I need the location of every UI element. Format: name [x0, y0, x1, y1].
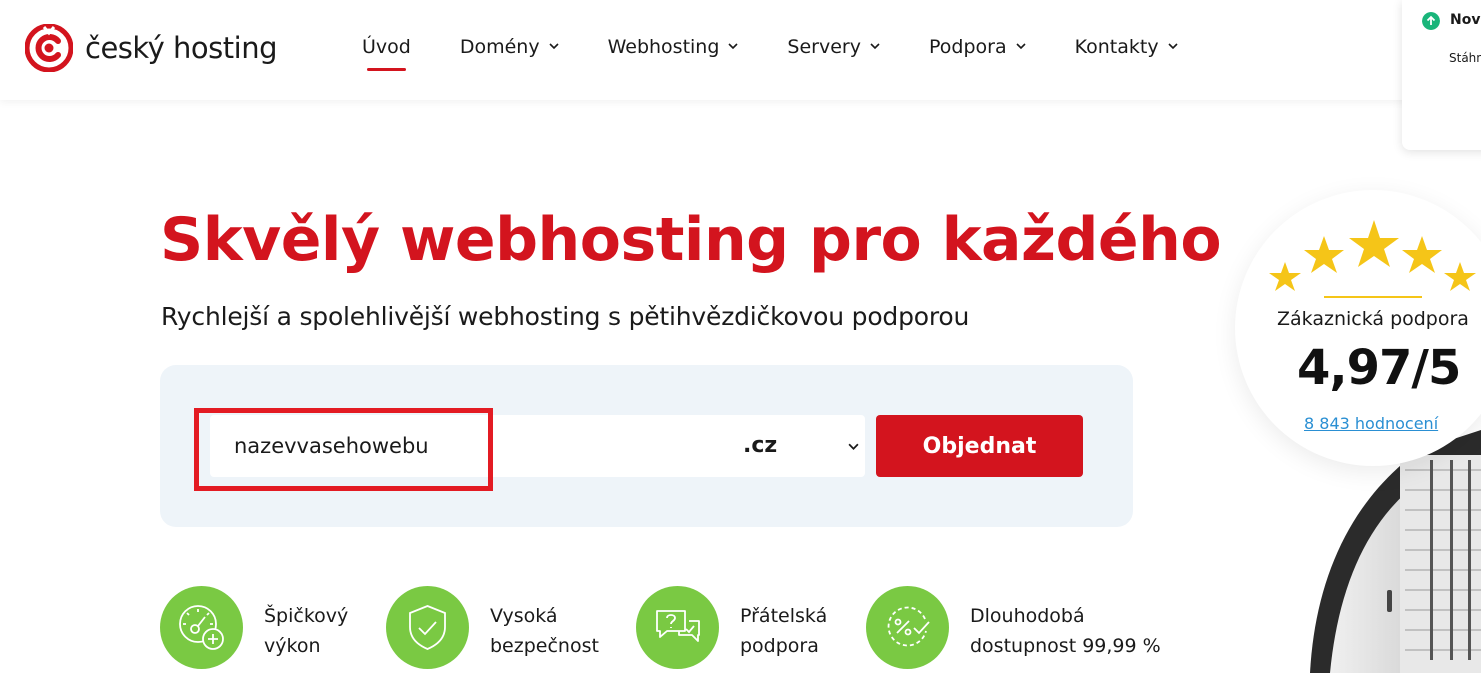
speedometer-plus-icon	[179, 605, 224, 650]
chevron-down-icon	[1168, 43, 1178, 50]
chat-bubbles-icon	[656, 610, 700, 642]
nav-item-servery[interactable]: Servery	[787, 36, 880, 58]
tld-select[interactable]: .cz	[700, 415, 865, 477]
feature-icon-circle	[636, 586, 719, 669]
nav-item-webhosting[interactable]: Webhosting	[608, 36, 739, 58]
feature-line-1: Špičkový	[264, 605, 349, 627]
notification-text[interactable]: Stáhn	[1449, 51, 1481, 65]
feature-line-1: Přátelská	[740, 605, 828, 627]
feature-support: Přátelská podpora	[636, 586, 827, 669]
site-logo[interactable]: český hosting	[25, 24, 277, 72]
feature-line-2: výkon	[264, 635, 321, 657]
nav-item-podpora[interactable]: Podpora	[929, 36, 1026, 58]
highlight-annotation	[194, 408, 493, 491]
feature-icon-circle	[386, 586, 469, 669]
nav-label: Kontakty	[1074, 36, 1159, 58]
percent-check-icon	[887, 606, 930, 647]
arrow-up-circle-icon	[1422, 12, 1440, 30]
nav-label: Webhosting	[607, 36, 720, 58]
feature-icon-circle	[866, 586, 949, 669]
main-nav: Úvod Domény Webhosting Servery Podpora K…	[362, 36, 1178, 71]
chevron-down-icon	[549, 43, 559, 50]
feature-icon-circle	[160, 586, 243, 669]
logo-text: český hosting	[85, 31, 277, 65]
chevron-down-icon	[870, 43, 880, 50]
chevron-down-icon	[848, 443, 859, 450]
feature-text: Špičkový výkon	[264, 601, 348, 669]
reviews-link[interactable]: 8 843 hodnocení	[1304, 414, 1438, 433]
rating-score: 4,97/5	[1297, 340, 1461, 396]
feature-text: Přátelská podpora	[740, 601, 827, 669]
hero-subtitle: Rychlejší a spolehlivější webhosting s p…	[161, 302, 970, 331]
hero-title: Skvělý webhosting pro každého	[160, 205, 1222, 275]
logo-icon	[25, 24, 73, 72]
nav-item-uvod[interactable]: Úvod	[362, 36, 411, 71]
feature-line-2: dostupnost 99,99 %	[970, 635, 1161, 657]
five-stars-icon	[1269, 220, 1476, 291]
nav-label: Servery	[787, 36, 861, 58]
feature-line-1: Vysoká	[490, 605, 558, 627]
feature-line-1: Dlouhodobá	[970, 605, 1085, 627]
feature-text: Dlouhodobá dostupnost 99,99 %	[970, 601, 1161, 669]
nav-label: Úvod	[362, 36, 411, 58]
nav-item-kontakty[interactable]: Kontakty	[1075, 36, 1178, 58]
feature-uptime: Dlouhodobá dostupnost 99,99 %	[866, 586, 1161, 669]
server-rack-illustration	[1310, 430, 1481, 673]
feature-security: Vysoká bezpečnost	[386, 586, 599, 669]
feature-line-2: bezpečnost	[490, 635, 599, 657]
server-rack-image	[1290, 430, 1481, 673]
nav-label: Domény	[459, 36, 540, 58]
notification-title: Nova	[1450, 12, 1481, 28]
feature-text: Vysoká bezpečnost	[490, 601, 599, 669]
feature-performance: Špičkový výkon	[160, 586, 348, 669]
tld-selected-value: .cz	[743, 433, 778, 458]
rating-divider	[1324, 296, 1422, 298]
nav-label: Podpora	[928, 36, 1007, 58]
feature-line-2: podpora	[740, 635, 819, 657]
site-header: český hosting Úvod Domény Webhosting Ser…	[0, 0, 1481, 100]
shield-check-icon	[409, 605, 446, 650]
order-button[interactable]: Objednat	[876, 415, 1083, 477]
chevron-down-icon	[1016, 43, 1026, 50]
nav-item-domeny[interactable]: Domény	[460, 36, 559, 58]
rating-label: Zákaznická podpora	[1277, 308, 1469, 330]
notification-card[interactable]: Nova Stáhn	[1402, 0, 1481, 150]
chevron-down-icon	[728, 43, 738, 50]
